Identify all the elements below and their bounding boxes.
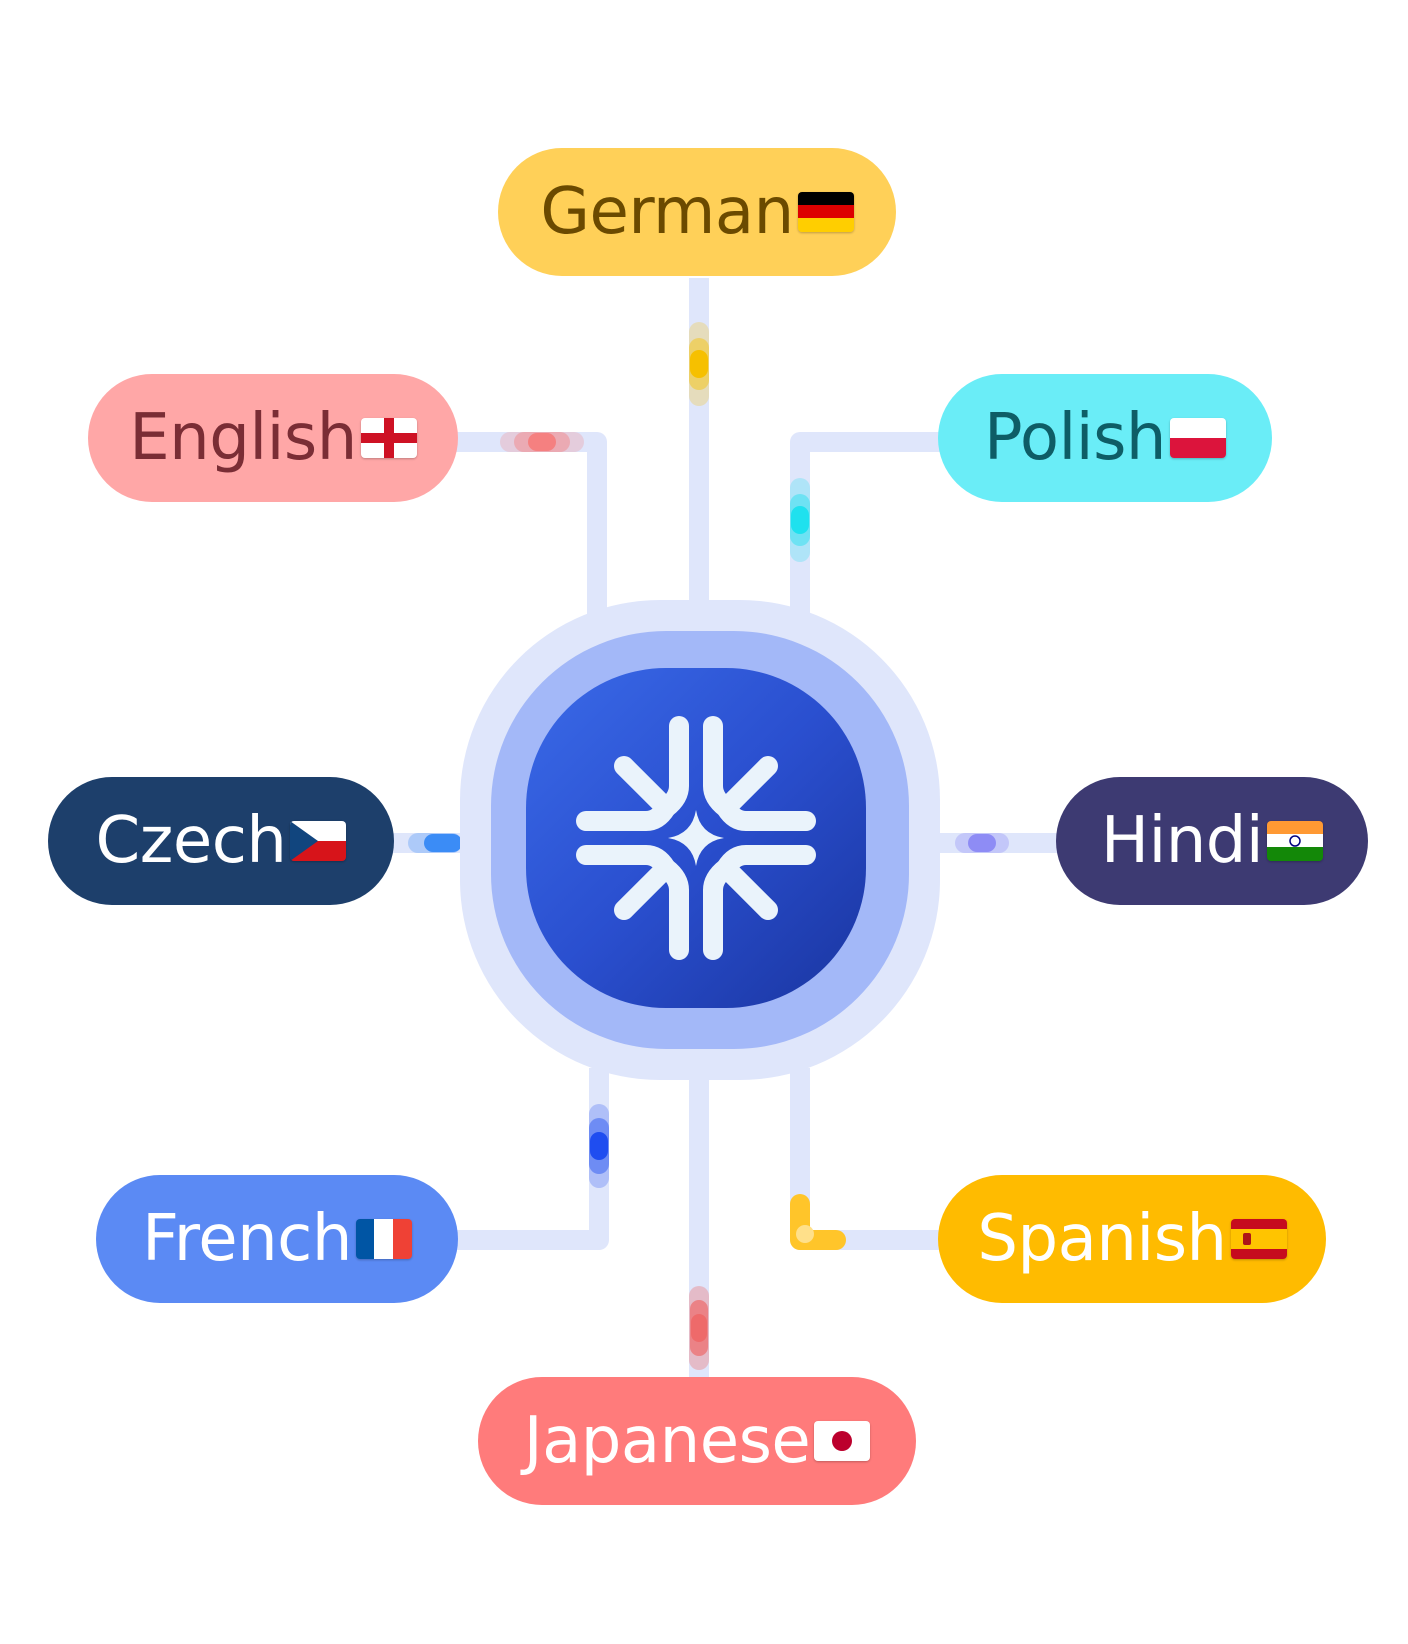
czech-flag-icon [290, 821, 347, 861]
pill-english[interactable]: English [88, 374, 458, 502]
pill-label: German [540, 175, 794, 249]
spanish-accent-dot [790, 1194, 846, 1250]
poland-flag-icon [1169, 418, 1226, 458]
hindi-accent-dot [955, 833, 1009, 853]
hub-core[interactable] [526, 668, 866, 1008]
pill-label: Polish [984, 401, 1166, 475]
pill-german[interactable]: German [498, 148, 896, 276]
pill-label: French [142, 1202, 352, 1276]
language-hub-diagram: German English Polish Czech Hindi French [0, 0, 1408, 1644]
pill-polish[interactable]: Polish [938, 374, 1272, 502]
pill-label: Hindi [1100, 804, 1264, 878]
pill-czech[interactable]: Czech [48, 777, 394, 905]
pill-french[interactable]: French [96, 1175, 458, 1303]
japanese-accent-dot [689, 1286, 709, 1370]
pill-japanese[interactable]: Japanese [478, 1377, 916, 1505]
pill-label: Spanish [977, 1202, 1227, 1276]
snowflake-sparkle-icon [576, 716, 816, 960]
polish-accent-dot [790, 478, 810, 562]
england-flag-icon [360, 418, 417, 458]
spain-flag-icon [1230, 1219, 1287, 1259]
pill-spanish[interactable]: Spanish [938, 1175, 1326, 1303]
france-flag-icon [355, 1219, 412, 1259]
germany-flag-icon [797, 192, 854, 232]
pill-hindi[interactable]: Hindi [1056, 777, 1368, 905]
german-accent-dot [689, 322, 709, 406]
pill-label: Japanese [523, 1404, 811, 1478]
japan-flag-icon [814, 1421, 871, 1461]
english-accent-dot [500, 432, 584, 452]
india-flag-icon [1267, 821, 1324, 861]
pill-label: English [129, 401, 357, 475]
pill-label: Czech [95, 804, 287, 878]
french-accent-dot [589, 1104, 609, 1188]
czech-accent-dot [408, 833, 462, 853]
